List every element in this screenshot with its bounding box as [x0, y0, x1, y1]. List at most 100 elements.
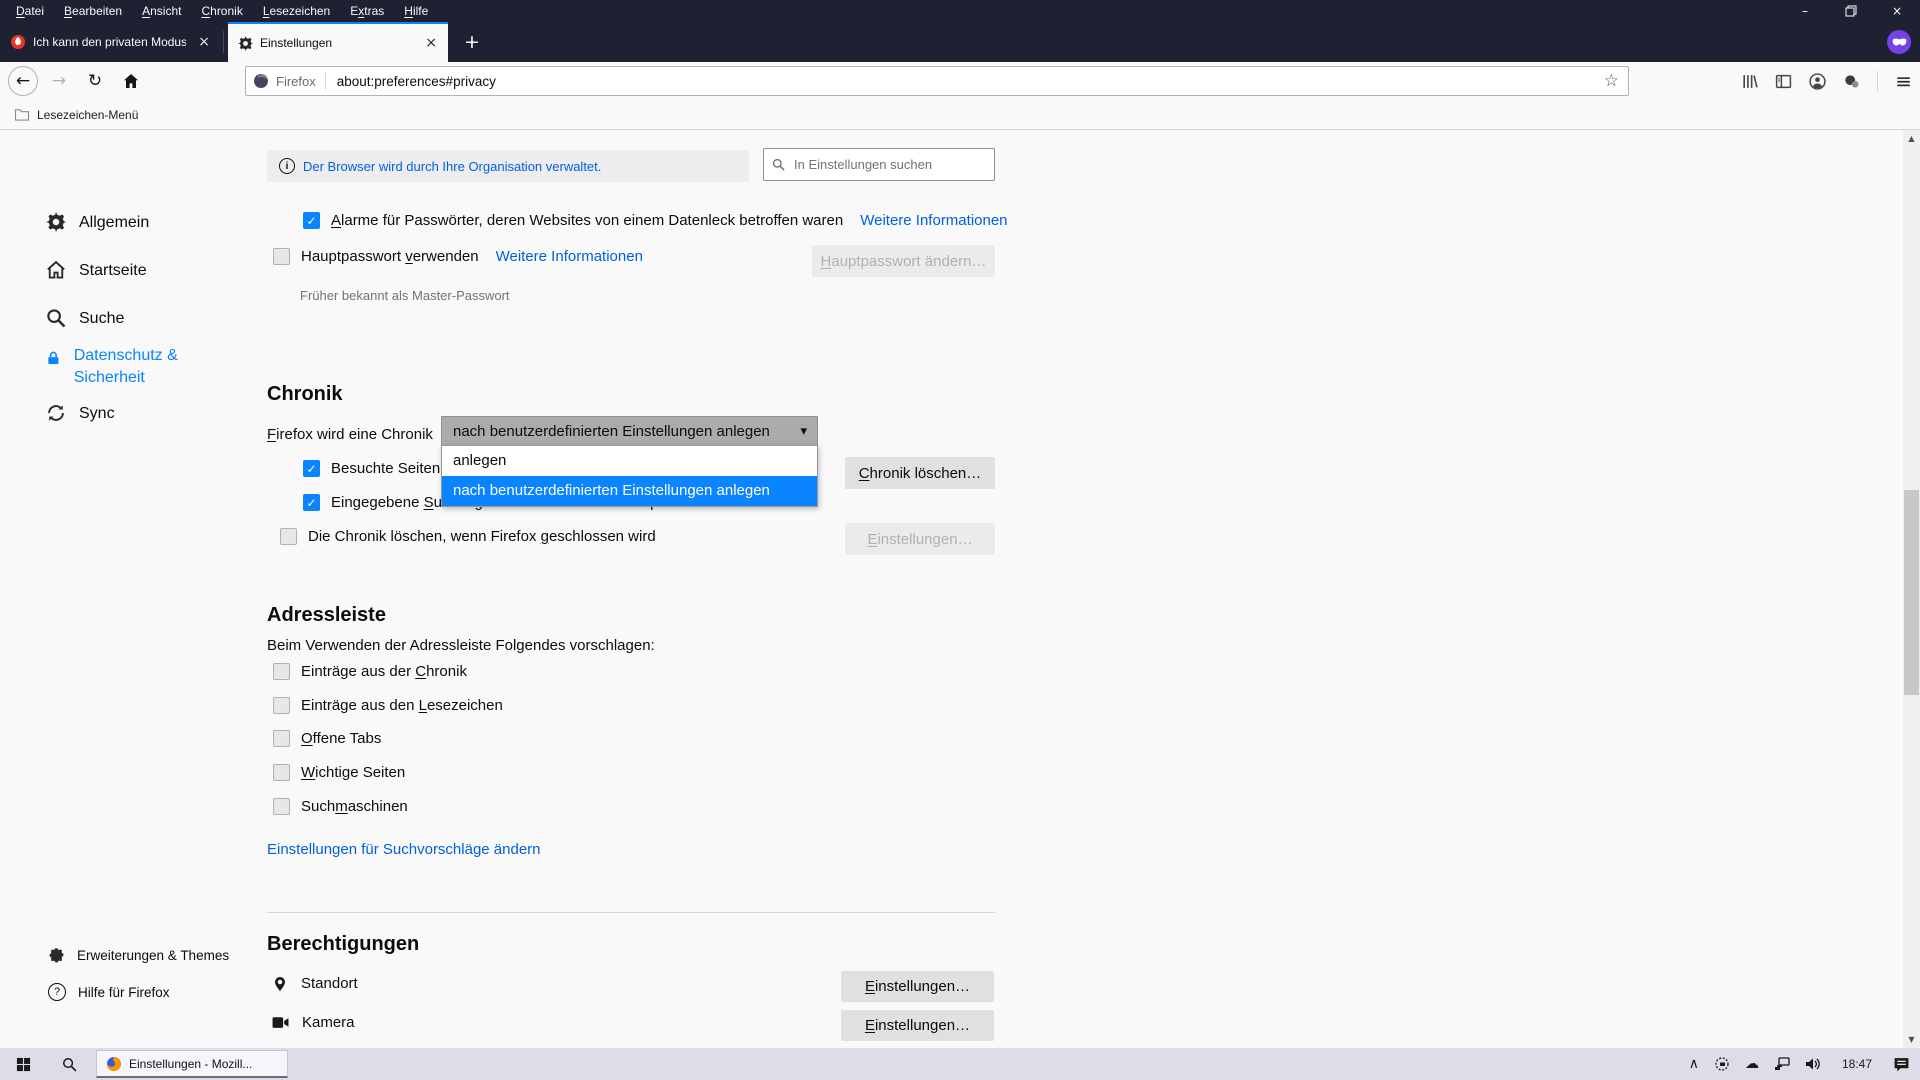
sidebar-item-allgemein[interactable]: Allgemein: [46, 212, 149, 234]
suggest-bookmarks-checkbox[interactable]: [273, 697, 290, 714]
clear-history-button[interactable]: Chronik löschen…: [845, 457, 995, 489]
minimize-button[interactable]: –: [1782, 0, 1828, 22]
menu-extras[interactable]: Extras: [340, 2, 394, 20]
sidebar-item-datenschutz-sicherheit[interactable]: Datenschutz & Sicherheit: [46, 345, 206, 389]
menu-chronik[interactable]: Chronik: [191, 2, 252, 20]
lock-icon: [46, 348, 61, 368]
action-center-icon[interactable]: [1893, 1057, 1910, 1072]
nav-buttons: ← → ↻: [8, 62, 146, 100]
bookmark-star-icon[interactable]: ☆: [1604, 71, 1619, 91]
search-suggestions-link[interactable]: Einstellungen für Suchvorschläge ändern: [267, 841, 541, 858]
suggest-history-label: Einträge aus der Chronik: [301, 663, 467, 680]
tab-title: Ich kann den privaten Modus n: [33, 35, 186, 49]
settings-search-input[interactable]: [792, 156, 986, 173]
url-bar[interactable]: Firefox about:preferences#privacy ☆: [245, 66, 1629, 96]
menu-hamburger-icon[interactable]: ≡: [1895, 69, 1912, 93]
tab-separator: [223, 31, 224, 53]
suggest-engines-checkbox[interactable]: [273, 798, 290, 815]
scroll-down-arrow[interactable]: ▼: [1903, 1031, 1920, 1048]
question-icon: ?: [48, 983, 66, 1001]
snip-icon[interactable]: [1714, 1056, 1730, 1072]
taskbar-firefox-button[interactable]: Einstellungen - Mozill...: [96, 1050, 288, 1078]
camera-icon: [272, 1016, 289, 1029]
tab-close-icon[interactable]: ×: [420, 35, 442, 51]
taskbar-clock[interactable]: 18:47: [1842, 1057, 1872, 1071]
forward-button[interactable]: →: [44, 66, 74, 96]
back-button[interactable]: ←: [8, 66, 38, 96]
onedrive-cloud-icon[interactable]: ☁: [1745, 1056, 1759, 1072]
history-mode-select[interactable]: nach benutzerdefinierten Einstellungen a…: [441, 416, 818, 447]
dropdown-option-anlegen[interactable]: anlegen: [442, 446, 817, 476]
extension-icon[interactable]: [1843, 73, 1860, 90]
permission-label: Standort: [301, 975, 358, 992]
volume-icon[interactable]: [1805, 1057, 1821, 1071]
private-mask-badge[interactable]: [1887, 30, 1911, 54]
history-forms-checkbox[interactable]: ✓: [303, 494, 320, 511]
folder-icon: [14, 108, 30, 121]
tab-einstellungen[interactable]: Einstellungen ×: [228, 22, 448, 62]
gear-icon: [46, 212, 66, 232]
suggest-opentabs-checkbox[interactable]: [273, 730, 290, 747]
sidebar-item-hilfe[interactable]: ? Hilfe für Firefox: [48, 983, 170, 1001]
suggest-opentabs-row: Offene Tabs: [273, 730, 381, 747]
new-tab-button[interactable]: +: [457, 22, 487, 62]
sidebar-item-erweiterungen-themes[interactable]: Erweiterungen & Themes: [48, 947, 229, 964]
menu-bearbeiten[interactable]: Bearbeiten: [54, 2, 132, 20]
master-password-info-link[interactable]: Weitere Informationen: [496, 248, 643, 265]
sidebar-toggle-icon[interactable]: [1775, 73, 1792, 90]
permission-standort-row: Standort: [272, 975, 358, 992]
scroll-up-arrow[interactable]: ▲: [1903, 130, 1920, 147]
master-password-checkbox[interactable]: [273, 248, 290, 265]
standort-settings-button[interactable]: Einstellungen…: [841, 971, 994, 1002]
scrollbar-thumb[interactable]: [1904, 490, 1919, 695]
history-visited-checkbox[interactable]: ✓: [303, 460, 320, 477]
history-clear-on-close-checkbox[interactable]: [280, 528, 297, 545]
dropdown-option-benutzerdefiniert[interactable]: nach benutzerdefinierten Einstellungen a…: [442, 476, 817, 506]
sidebar-item-label: Startseite: [79, 260, 147, 282]
history-clear-on-close-label: Die Chronik löschen, wenn Firefox geschl…: [308, 528, 656, 545]
sidebar-item-sync[interactable]: Sync: [46, 403, 115, 425]
close-button[interactable]: ×: [1874, 0, 1920, 22]
history-mode-label: Firefox wird eine Chronik: [267, 426, 433, 443]
menu-hilfe[interactable]: Hilfe: [394, 2, 438, 20]
sidebar-footer-label: Hilfe für Firefox: [78, 985, 170, 1000]
account-icon[interactable]: [1809, 73, 1826, 90]
chevron-down-icon: ▾: [790, 424, 817, 439]
urlbar-separator: [325, 72, 326, 90]
home-icon: [123, 73, 139, 89]
suggest-engines-row: Suchmaschinen: [273, 798, 408, 815]
firefox-logo-icon: [253, 73, 269, 89]
tab-private-mode-article[interactable]: Ich kann den privaten Modus n ×: [0, 22, 221, 62]
sidebar-item-startseite[interactable]: Startseite: [46, 260, 147, 282]
tab-close-icon[interactable]: ×: [193, 34, 215, 50]
reload-button[interactable]: ↻: [80, 66, 110, 96]
sidebar-item-suche[interactable]: Suche: [46, 308, 124, 330]
puzzle-icon: [48, 947, 65, 964]
kamera-settings-button[interactable]: Einstellungen…: [841, 1010, 994, 1041]
breach-alerts-checkbox[interactable]: ✓: [303, 212, 320, 229]
suggest-history-checkbox[interactable]: [273, 663, 290, 680]
info-icon: i: [279, 158, 295, 174]
menu-ansicht[interactable]: Ansicht: [132, 2, 191, 20]
network-icon[interactable]: [1774, 1057, 1790, 1071]
library-icon[interactable]: [1741, 73, 1758, 90]
taskbar-search-button[interactable]: [46, 1048, 92, 1080]
history-visited-label: Besuchte Seiten u: [331, 460, 453, 477]
menu-lesezeichen[interactable]: Lesezeichen: [253, 2, 340, 20]
managed-browser-link[interactable]: Der Browser wird durch Ihre Organisation…: [303, 159, 601, 174]
change-master-password-button[interactable]: Hauptpasswort ändern…: [812, 245, 995, 277]
address-text[interactable]: about:preferences#privacy: [337, 74, 1604, 89]
page-scrollbar[interactable]: ▲ ▼: [1903, 130, 1920, 1048]
bookmark-folder-label[interactable]: Lesezeichen-Menü: [37, 108, 138, 122]
menu-datei[interactable]: Datei: [6, 2, 54, 20]
suggest-topsites-checkbox[interactable]: [273, 764, 290, 781]
history-settings-button[interactable]: Einstellungen…: [845, 523, 995, 555]
restore-button[interactable]: [1828, 0, 1874, 22]
start-button[interactable]: [0, 1048, 46, 1080]
tab-bar: Ich kann den privaten Modus n × Einstell…: [0, 22, 1920, 62]
search-icon: [62, 1057, 77, 1072]
history-heading: Chronik: [267, 383, 343, 406]
home-button[interactable]: [116, 66, 146, 96]
breach-info-link[interactable]: Weitere Informationen: [860, 212, 1007, 229]
tray-chevron-icon[interactable]: ∧: [1689, 1056, 1699, 1072]
